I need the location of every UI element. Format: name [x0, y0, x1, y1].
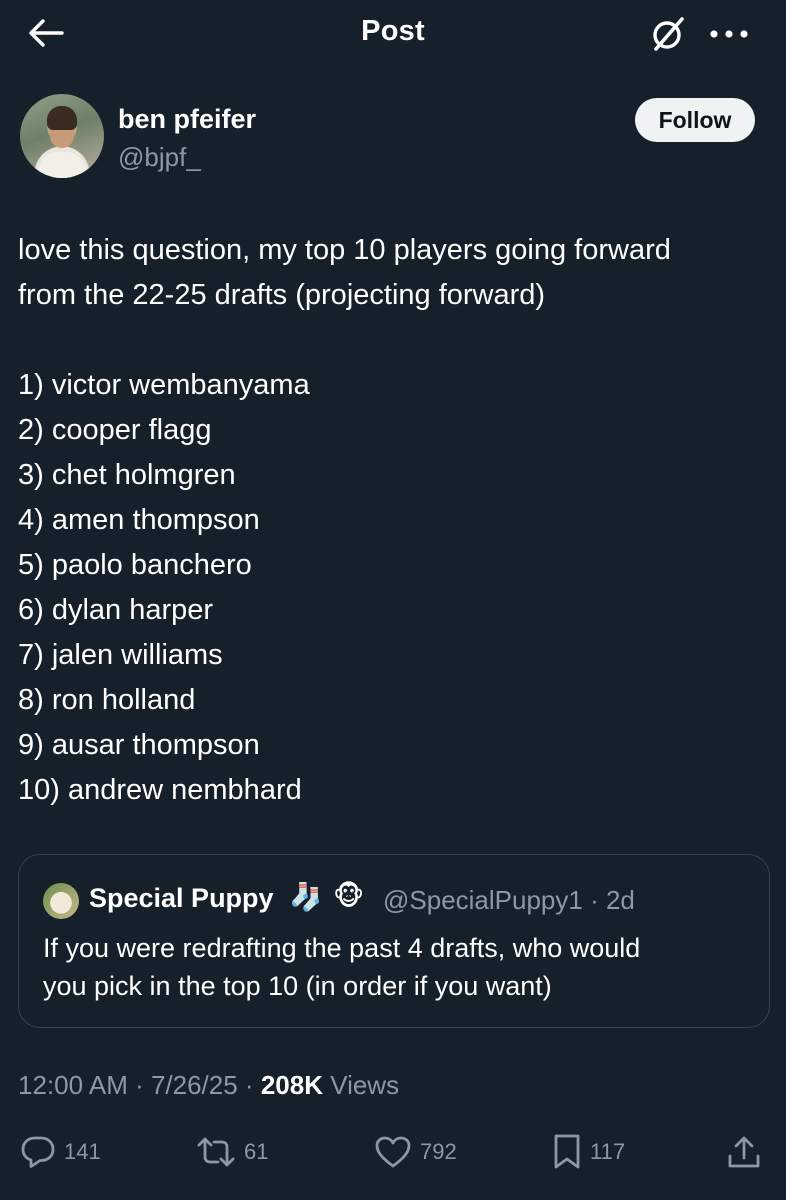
post-page: Post ben pfeifer @bjpf_ Follow love this… [0, 0, 786, 1200]
avatar-shirt [38, 152, 86, 178]
quote-text-line: you pick in the top 10 (in order if you … [43, 971, 552, 1001]
list-item: 4) amen thompson [18, 504, 260, 536]
follow-button[interactable]: Follow [635, 98, 755, 142]
views-label: Views [322, 1070, 400, 1100]
repost-count: 61 [244, 1139, 269, 1164]
list-item: 10) andrew nembhard [18, 774, 302, 806]
author-handle[interactable]: @bjpf_ [118, 142, 201, 173]
post-text-line: love this question, my top 10 players go… [18, 234, 671, 266]
post-text-line: from the 22-25 drafts (projecting forwar… [18, 279, 546, 311]
list-item: 9) ausar thompson [18, 729, 260, 761]
list-item: 3) chet holmgren [18, 459, 236, 491]
grok-button[interactable] [646, 14, 690, 54]
list-item: 1) victor wembanyama [18, 369, 310, 401]
quote-author-name: Special Puppy [89, 883, 274, 913]
repost-button[interactable]: 61 [196, 1130, 268, 1174]
monkey-emoji-icon: 🐵 [333, 881, 365, 911]
quoted-post[interactable]: Special Puppy 🧦 🐵 @SpecialPuppy1 · 2d If… [18, 854, 770, 1028]
quote-handle-time: @SpecialPuppy1 · 2d [383, 885, 635, 915]
like-button[interactable]: 792 [374, 1130, 457, 1174]
post-meta: 12:00 AM · 7/26/25 · 208K Views [18, 1070, 399, 1101]
quote-text-line: If you were redrafting the past 4 drafts… [43, 933, 641, 963]
reply-icon [21, 1136, 55, 1168]
list-item: 7) jalen williams [18, 639, 223, 671]
bookmark-count: 117 [590, 1139, 626, 1164]
list-item: 5) paolo banchero [18, 549, 252, 581]
reply-count: 141 [64, 1139, 101, 1164]
views-count[interactable]: 208K [261, 1070, 323, 1100]
heart-icon [375, 1136, 411, 1168]
more-horizontal-icon [710, 30, 748, 38]
list-item: 2) cooper flagg [18, 414, 212, 446]
bookmark-button[interactable]: 117 [552, 1130, 625, 1174]
list-item: 8) ron holland [18, 684, 196, 716]
share-icon [728, 1136, 760, 1168]
sock-emoji-icon: 🧦 [289, 882, 323, 912]
avatar-hair [47, 106, 77, 130]
list-item: 6) dylan harper [18, 594, 214, 626]
quote-avatar [43, 883, 79, 919]
grok-slash-icon [653, 17, 684, 51]
post-timestamp[interactable]: 12:00 AM · 7/26/25 · [18, 1070, 261, 1100]
bookmark-icon [554, 1134, 580, 1169]
post-text: love this question, my top 10 players go… [18, 228, 778, 318]
avatar[interactable] [20, 94, 104, 178]
more-button[interactable] [704, 14, 754, 54]
author-name[interactable]: ben pfeifer [118, 104, 256, 135]
quote-text: If you were redrafting the past 4 drafts… [43, 929, 743, 1005]
top-bar: Post [0, 0, 786, 66]
action-bar: 141 61 792 117 [0, 1126, 786, 1180]
repost-icon [197, 1137, 235, 1167]
like-count: 792 [420, 1139, 457, 1164]
ranking-list: 1) victor wembanyama 2) cooper flagg 3) … [18, 363, 758, 813]
share-button[interactable] [726, 1130, 762, 1174]
reply-button[interactable]: 141 [20, 1130, 101, 1174]
